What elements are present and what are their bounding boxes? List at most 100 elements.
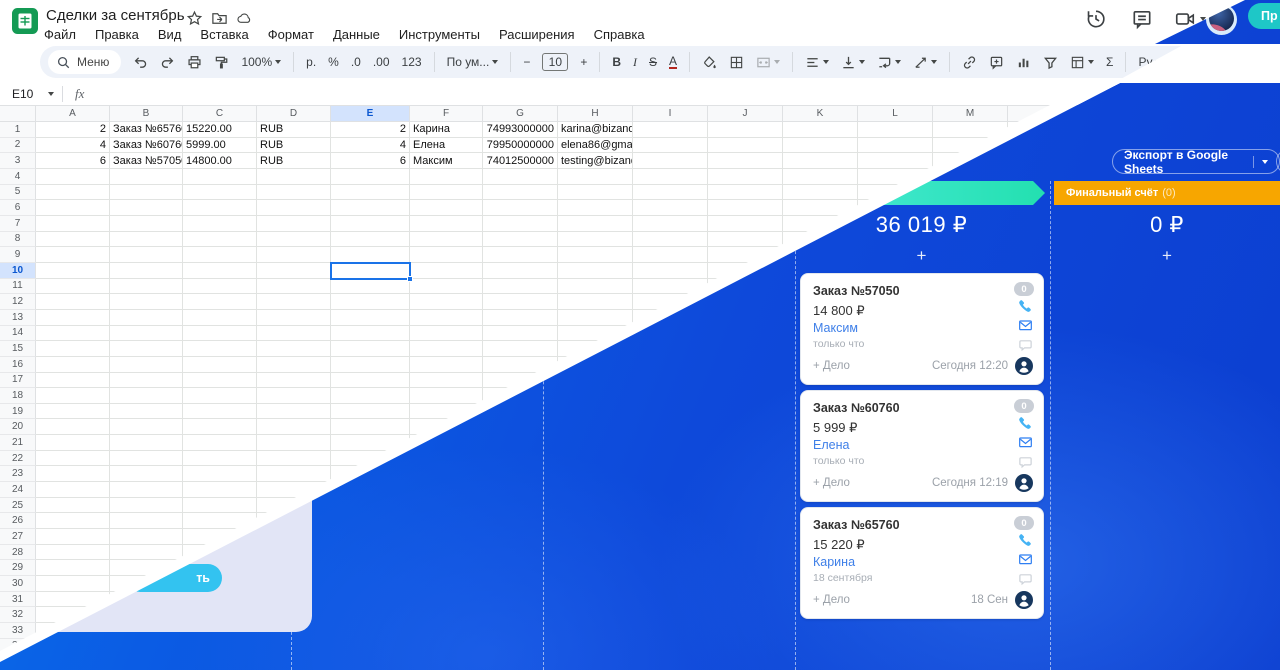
row-header-5[interactable]: 5: [0, 184, 36, 201]
cell-A9[interactable]: [36, 247, 110, 263]
row-header-22[interactable]: 22: [0, 450, 36, 467]
cell-B13[interactable]: [110, 309, 183, 326]
cell-J7[interactable]: [708, 215, 783, 232]
column-header-J[interactable]: J: [708, 105, 783, 122]
cell-B2[interactable]: Заказ №60760: [110, 137, 183, 154]
cell-A10[interactable]: [36, 262, 110, 279]
cell-M1[interactable]: [933, 122, 1008, 138]
client-link[interactable]: Карина: [813, 555, 855, 569]
column-header-C[interactable]: C: [183, 105, 257, 122]
toolbar-search-menu[interactable]: Меню: [48, 50, 122, 74]
cell-C16[interactable]: [183, 356, 257, 373]
cell-K2[interactable]: [783, 137, 858, 154]
column-header-B[interactable]: B: [110, 105, 183, 122]
cell-A29[interactable]: [36, 560, 110, 577]
menu-1[interactable]: Файл: [44, 27, 76, 42]
move-to-folder-icon[interactable]: [211, 10, 228, 27]
menu-7[interactable]: Инструменты: [399, 27, 480, 42]
cell-L2[interactable]: [858, 137, 933, 154]
cell-C22[interactable]: [183, 450, 257, 467]
italic-button[interactable]: I: [633, 55, 637, 70]
cell-D3[interactable]: RUB: [257, 153, 331, 169]
cell-F13[interactable]: [410, 309, 483, 326]
cell-I2[interactable]: [633, 137, 708, 154]
cell-F3[interactable]: Максим: [410, 153, 483, 169]
increase-decimals-button[interactable]: .00: [373, 55, 390, 69]
text-wrap-button[interactable]: [877, 55, 902, 70]
cell-F11[interactable]: [410, 278, 483, 295]
cell-F10[interactable]: [410, 262, 483, 279]
cell-H13[interactable]: [558, 309, 633, 326]
cell-C19[interactable]: [183, 403, 257, 420]
text-color-button[interactable]: A: [669, 55, 678, 69]
cell-F15[interactable]: [410, 341, 483, 357]
cell-B7[interactable]: [110, 215, 183, 232]
cell-A17[interactable]: [36, 372, 110, 389]
row-header-2[interactable]: 2: [0, 137, 36, 154]
cell-E11[interactable]: [331, 278, 410, 295]
bold-button[interactable]: B: [612, 55, 621, 69]
cell-J1[interactable]: [708, 122, 783, 138]
menu-4[interactable]: Вставка: [200, 27, 248, 42]
cell-J4[interactable]: [708, 168, 783, 185]
cell-K4[interactable]: [783, 168, 858, 185]
cell-H11[interactable]: [558, 278, 633, 295]
deal-card-1[interactable]: Заказ №57050 0 14 800 ₽ Максим только что + Д…: [800, 273, 1044, 385]
cell-F17[interactable]: [410, 372, 483, 389]
cell-G4[interactable]: [483, 168, 558, 185]
row-header-20[interactable]: 20: [0, 419, 36, 436]
cell-E1[interactable]: 2: [331, 122, 410, 138]
cell-H8[interactable]: [558, 231, 633, 248]
cell-C12[interactable]: [183, 294, 257, 310]
cell-A12[interactable]: [36, 294, 110, 310]
add-deal-button[interactable]: +: [798, 245, 1045, 267]
phone-icon[interactable]: [1018, 415, 1033, 430]
cell-D12[interactable]: [257, 294, 331, 310]
cell-A30[interactable]: [36, 576, 110, 592]
cell-F14[interactable]: [410, 325, 483, 342]
menu-8[interactable]: Расширения: [499, 27, 575, 42]
cell-B5[interactable]: [110, 184, 183, 201]
column-header-F[interactable]: F: [410, 105, 483, 122]
cell-D6[interactable]: [257, 200, 331, 216]
cell-J8[interactable]: [708, 231, 783, 248]
cell-H4[interactable]: [558, 168, 633, 185]
insert-chart-button[interactable]: [1016, 55, 1031, 70]
font-size-decrease-button[interactable]: −: [523, 55, 530, 69]
row-header-24[interactable]: 24: [0, 482, 36, 498]
cell-J6[interactable]: [708, 200, 783, 216]
cell-D11[interactable]: [257, 278, 331, 295]
cell-C15[interactable]: [183, 341, 257, 357]
cell-D20[interactable]: [257, 419, 331, 436]
cell-B3[interactable]: Заказ №57050: [110, 153, 183, 169]
cell-C10[interactable]: [183, 262, 257, 279]
cell-I9[interactable]: [633, 247, 708, 263]
row-header-8[interactable]: 8: [0, 231, 36, 248]
column-header-D[interactable]: D: [257, 105, 331, 122]
cell-I11[interactable]: [633, 278, 708, 295]
client-link[interactable]: Елена: [813, 438, 849, 452]
cell-A11[interactable]: [36, 278, 110, 295]
cell-A13[interactable]: [36, 309, 110, 326]
cell-G16[interactable]: [483, 356, 558, 373]
decrease-decimals-button[interactable]: .0: [351, 55, 361, 69]
cell-A16[interactable]: [36, 356, 110, 373]
format-percent-button[interactable]: %: [328, 55, 339, 69]
row-header-10[interactable]: 10: [0, 262, 36, 279]
cell-D23[interactable]: [257, 466, 331, 483]
cell-E21[interactable]: [331, 435, 410, 451]
cell-G11[interactable]: [483, 278, 558, 295]
cell-E4[interactable]: [331, 168, 410, 185]
cell-F6[interactable]: [410, 200, 483, 216]
cell-F1[interactable]: Карина: [410, 122, 483, 138]
cell-D2[interactable]: RUB: [257, 137, 331, 154]
column-header-K[interactable]: K: [783, 105, 858, 122]
cell-D8[interactable]: [257, 231, 331, 248]
cell-I5[interactable]: [633, 184, 708, 201]
cell-I7[interactable]: [633, 215, 708, 232]
cell-D16[interactable]: [257, 356, 331, 373]
cell-H3[interactable]: testing@bizandsoft.ru: [558, 153, 633, 169]
cell-B8[interactable]: [110, 231, 183, 248]
cell-C23[interactable]: [183, 466, 257, 483]
cell-G5[interactable]: [483, 184, 558, 201]
